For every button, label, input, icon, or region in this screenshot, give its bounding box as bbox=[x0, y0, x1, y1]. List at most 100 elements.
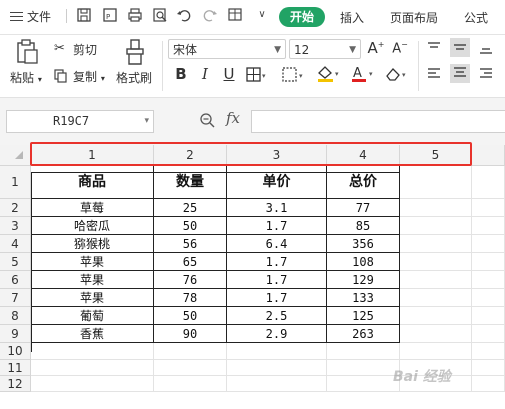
row-header[interactable]: 11 bbox=[0, 360, 31, 376]
empty-cell[interactable] bbox=[327, 343, 400, 360]
table-cell[interactable]: 2.5 bbox=[227, 307, 327, 325]
table-cell[interactable]: 哈密瓜 bbox=[31, 217, 154, 235]
table-cell[interactable]: 苹果 bbox=[31, 253, 154, 271]
font-size-select[interactable]: 12 ▼ bbox=[289, 39, 361, 59]
table-header-cell[interactable]: 商品 bbox=[31, 166, 154, 199]
empty-cell[interactable] bbox=[472, 271, 505, 289]
empty-cell[interactable] bbox=[31, 360, 154, 376]
empty-cell[interactable] bbox=[400, 325, 472, 343]
row-header[interactable]: 8 bbox=[0, 307, 31, 325]
empty-cell[interactable] bbox=[400, 253, 472, 271]
empty-cell[interactable] bbox=[400, 199, 472, 217]
column-header[interactable]: 3 bbox=[227, 145, 327, 166]
empty-cell[interactable] bbox=[472, 307, 505, 325]
borders-icon[interactable]: ▾ bbox=[246, 67, 268, 86]
print-preview-icon[interactable] bbox=[152, 7, 168, 23]
table-cell[interactable]: 78 bbox=[154, 289, 227, 307]
empty-cell[interactable] bbox=[154, 376, 227, 392]
table-cell[interactable]: 50 bbox=[154, 217, 227, 235]
save-icon[interactable] bbox=[76, 7, 92, 23]
empty-cell[interactable] bbox=[31, 376, 154, 392]
empty-cell[interactable] bbox=[227, 343, 327, 360]
file-menu[interactable]: 文件 bbox=[10, 8, 51, 25]
select-all-corner[interactable] bbox=[0, 145, 31, 166]
empty-cell[interactable] bbox=[472, 253, 505, 271]
table-cell[interactable]: 50 bbox=[154, 307, 227, 325]
empty-cell[interactable] bbox=[472, 199, 505, 217]
font-name-select[interactable]: 宋体 ▼ bbox=[168, 39, 286, 59]
row-header[interactable]: 9 bbox=[0, 325, 31, 343]
export-pdf-icon[interactable]: P bbox=[102, 7, 118, 23]
column-header[interactable]: 5 bbox=[400, 145, 472, 166]
table-header-cell[interactable]: 总价 bbox=[327, 166, 400, 199]
align-right-icon[interactable] bbox=[478, 66, 494, 85]
empty-cell[interactable] bbox=[227, 360, 327, 376]
table-cell[interactable]: 猕猴桃 bbox=[31, 235, 154, 253]
empty-cell[interactable] bbox=[400, 343, 472, 360]
table-cell[interactable]: 1.7 bbox=[227, 253, 327, 271]
table-cell[interactable]: 356 bbox=[327, 235, 400, 253]
tab-insert[interactable]: 插入 bbox=[340, 9, 364, 26]
table-cell[interactable]: 90 bbox=[154, 325, 227, 343]
empty-cell[interactable] bbox=[31, 343, 154, 360]
special-effects-icon[interactable]: ▾ bbox=[282, 67, 306, 86]
column-header[interactable]: 4 bbox=[327, 145, 400, 166]
empty-cell[interactable] bbox=[154, 360, 227, 376]
bold-icon[interactable]: B bbox=[172, 65, 190, 83]
empty-cell[interactable] bbox=[472, 360, 505, 376]
empty-cell[interactable] bbox=[400, 289, 472, 307]
row-header[interactable]: 1 bbox=[0, 166, 31, 199]
table-cell[interactable]: 葡萄 bbox=[31, 307, 154, 325]
decrease-font-size-icon[interactable]: A− bbox=[391, 40, 409, 56]
tab-home[interactable]: 开始 bbox=[279, 7, 325, 27]
table-header-cell[interactable]: 单价 bbox=[227, 166, 327, 199]
increase-font-size-icon[interactable]: A+ bbox=[367, 39, 385, 57]
row-header[interactable]: 3 bbox=[0, 217, 31, 235]
empty-cell[interactable] bbox=[472, 217, 505, 235]
paste-icon[interactable] bbox=[14, 39, 40, 69]
table-cell[interactable]: 25 bbox=[154, 199, 227, 217]
align-middle-icon[interactable] bbox=[450, 38, 470, 57]
fill-color-icon[interactable]: ▾ bbox=[316, 65, 342, 87]
table-cell[interactable]: 草莓 bbox=[31, 199, 154, 217]
empty-cell[interactable] bbox=[472, 166, 505, 199]
table-cell[interactable]: 2.9 bbox=[227, 325, 327, 343]
copy-button[interactable]: 复制 ▾ bbox=[73, 68, 105, 85]
empty-cell[interactable] bbox=[327, 376, 400, 392]
tab-formulas[interactable]: 公式 bbox=[464, 9, 488, 26]
empty-cell[interactable] bbox=[472, 289, 505, 307]
format-painter-icon[interactable] bbox=[124, 38, 146, 70]
table-header-cell[interactable]: 数量 bbox=[154, 166, 227, 199]
table-cell[interactable]: 香蕉 bbox=[31, 325, 154, 343]
align-bottom-icon[interactable] bbox=[478, 40, 494, 59]
formula-input[interactable] bbox=[251, 110, 505, 133]
empty-cell[interactable] bbox=[472, 376, 505, 392]
row-header[interactable]: 10 bbox=[0, 343, 31, 360]
name-box[interactable]: R19C7 ▾ bbox=[6, 110, 154, 133]
scissors-icon[interactable]: ✂ bbox=[54, 41, 65, 56]
table-cell[interactable]: 76 bbox=[154, 271, 227, 289]
empty-cell[interactable] bbox=[400, 217, 472, 235]
empty-cell[interactable] bbox=[327, 360, 400, 376]
row-header[interactable]: 4 bbox=[0, 235, 31, 253]
empty-cell[interactable] bbox=[400, 271, 472, 289]
align-center-icon[interactable] bbox=[450, 64, 470, 83]
row-header[interactable]: 6 bbox=[0, 271, 31, 289]
row-header[interactable]: 5 bbox=[0, 253, 31, 271]
undo-icon[interactable] bbox=[176, 7, 192, 23]
empty-cell[interactable] bbox=[472, 235, 505, 253]
empty-cell[interactable] bbox=[400, 235, 472, 253]
empty-cell[interactable] bbox=[400, 166, 472, 199]
fx-icon[interactable]: fx bbox=[226, 109, 240, 127]
cut-button[interactable]: 剪切 bbox=[73, 41, 97, 58]
table-cell[interactable]: 苹果 bbox=[31, 289, 154, 307]
empty-cell[interactable] bbox=[472, 325, 505, 343]
empty-cell[interactable] bbox=[400, 307, 472, 325]
table-cell[interactable]: 77 bbox=[327, 199, 400, 217]
italic-icon[interactable]: I bbox=[196, 65, 214, 83]
more-chevron-icon[interactable]: ∨ bbox=[254, 7, 270, 23]
empty-cell[interactable] bbox=[154, 343, 227, 360]
print-icon[interactable] bbox=[127, 7, 143, 23]
empty-cell[interactable] bbox=[472, 343, 505, 360]
copy-icon[interactable] bbox=[54, 68, 68, 87]
